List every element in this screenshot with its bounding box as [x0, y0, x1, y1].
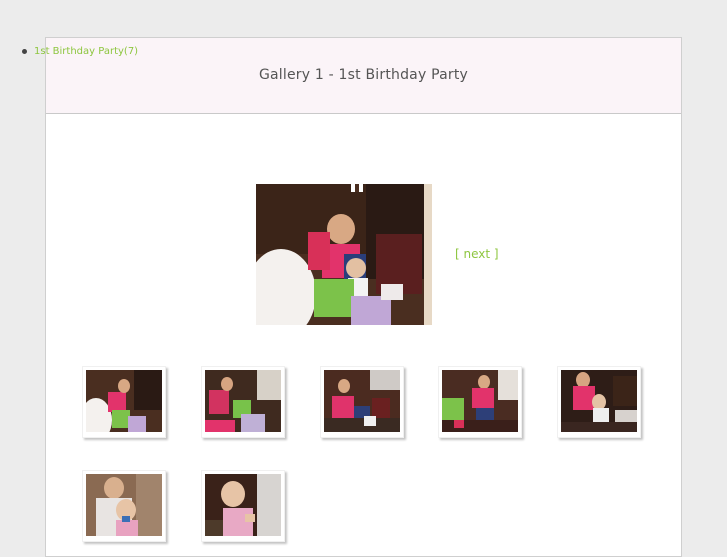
thumbnail-image — [205, 474, 281, 536]
thumbnail-image — [86, 370, 162, 432]
thumbnail-image — [442, 370, 518, 432]
sidebar-item-count: (7) — [123, 46, 139, 57]
sidebar-item-1st-birthday-party[interactable]: 1st Birthday Party(7) — [34, 46, 138, 57]
thumbnail-2[interactable] — [201, 366, 285, 438]
thumbnail-1[interactable] — [82, 366, 166, 438]
next-link[interactable]: [ next ] — [455, 247, 499, 261]
thumbnail-5[interactable] — [557, 366, 641, 438]
thumbnail-image — [561, 370, 637, 432]
gallery-header: Gallery 1 - 1st Birthday Party — [46, 38, 681, 114]
main-photo — [256, 184, 432, 325]
page-title: Gallery 1 - 1st Birthday Party — [258, 66, 469, 83]
thumbnail-4[interactable] — [438, 366, 522, 438]
bullet-icon — [22, 49, 27, 54]
thumbnail-3[interactable] — [320, 366, 404, 438]
gallery-panel: Gallery 1 - 1st Birthday Party [ next ] — [45, 37, 682, 557]
thumbnail-image — [324, 370, 400, 432]
thumbnail-image — [205, 370, 281, 432]
thumbnail-6[interactable] — [82, 470, 166, 542]
thumbnail-image — [86, 474, 162, 536]
thumbnail-7[interactable] — [201, 470, 285, 542]
sidebar-item-label: 1st Birthday Party — [34, 46, 124, 57]
sidebar-nav: 1st Birthday Party(7) — [22, 46, 138, 57]
